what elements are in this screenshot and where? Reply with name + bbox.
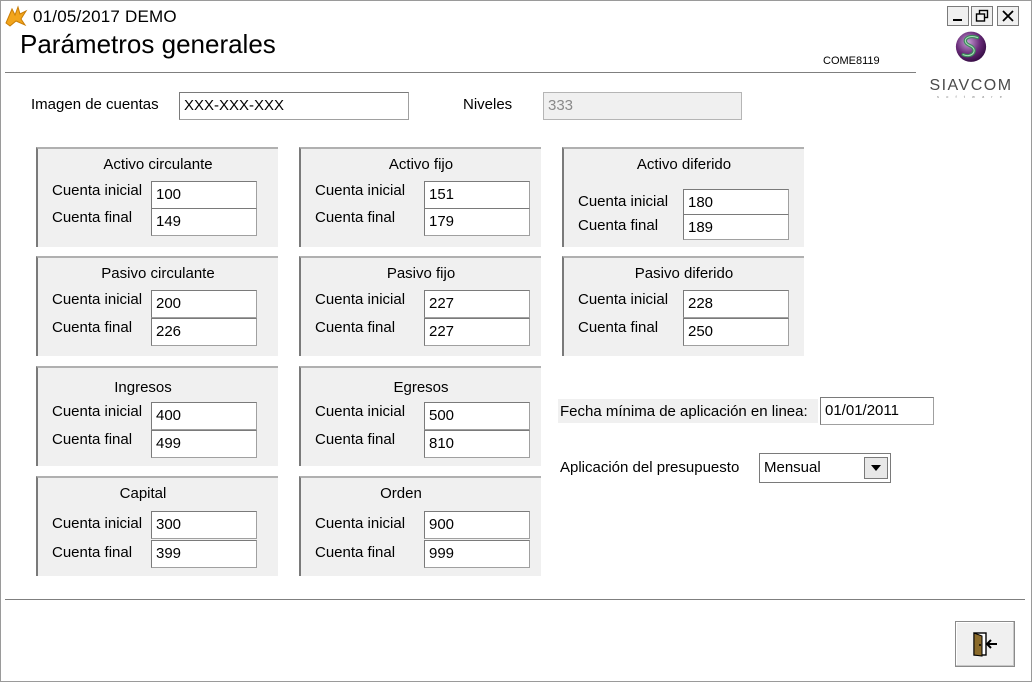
group-title: Orden: [380, 485, 422, 502]
app-icon: [5, 5, 28, 27]
cuenta-final-label: Cuenta final: [315, 431, 396, 448]
cuenta-final-input[interactable]: 499: [151, 430, 257, 458]
title-bar: 01/05/2017 DEMO: [1, 1, 1031, 29]
group-title: Pasivo circulante: [101, 265, 215, 282]
cuenta-inicial-label: Cuenta inicial: [315, 182, 406, 199]
cuenta-inicial-label: Cuenta inicial: [52, 291, 143, 308]
cuenta-final-input[interactable]: 999: [424, 540, 530, 568]
cuenta-final-input[interactable]: 250: [683, 318, 789, 346]
cuenta-final-label: Cuenta final: [578, 319, 659, 336]
presupuesto-select-value: Mensual: [764, 459, 821, 476]
exit-button[interactable]: [955, 621, 1015, 667]
cuenta-inicial-input[interactable]: 500: [424, 402, 530, 430]
application-window: 01/05/2017 DEMO Parámetros generales COM…: [0, 0, 1032, 682]
cuenta-inicial-input[interactable]: 100: [151, 181, 257, 209]
niveles-input: 333: [543, 92, 742, 120]
cuenta-inicial-label: Cuenta inicial: [315, 515, 406, 532]
group-ingresos: Ingresos Cuenta inicial 400 Cuenta final…: [36, 366, 278, 466]
cuenta-inicial-label: Cuenta inicial: [52, 515, 143, 532]
cuenta-final-label: Cuenta final: [52, 319, 133, 336]
cuenta-inicial-input[interactable]: 300: [151, 511, 257, 539]
niveles-label: Niveles: [463, 96, 513, 113]
presupuesto-label: Aplicación del presupuesto: [560, 459, 740, 476]
cuenta-inicial-label: Cuenta inicial: [52, 182, 143, 199]
page-title: Parámetros generales: [20, 29, 276, 59]
cuenta-final-label: Cuenta final: [52, 544, 133, 561]
exit-door-icon: [973, 632, 997, 657]
group-activo-circulante: Activo circulante Cuenta inicial 100 Cue…: [36, 147, 278, 247]
form-code: COME8119: [823, 55, 880, 67]
cuenta-inicial-input[interactable]: 900: [424, 511, 530, 539]
cuenta-inicial-input[interactable]: 227: [424, 290, 530, 318]
group-title: Egresos: [393, 379, 449, 396]
cuenta-inicial-label: Cuenta inicial: [315, 291, 406, 308]
imagen-cuentas-input[interactable]: XXX-XXX-XXX: [179, 92, 409, 120]
cuenta-inicial-input[interactable]: 180: [683, 189, 789, 215]
group-pasivo-circulante: Pasivo circulante Cuenta inicial 200 Cue…: [36, 256, 278, 356]
minimize-icon: [953, 19, 962, 21]
minimize-button[interactable]: [947, 6, 969, 26]
cuenta-final-input[interactable]: 399: [151, 540, 257, 568]
presupuesto-select[interactable]: Mensual: [759, 453, 891, 483]
group-pasivo-fijo: Pasivo fijo Cuenta inicial 227 Cuenta fi…: [299, 256, 541, 356]
group-egresos: Egresos Cuenta inicial 500 Cuenta final …: [299, 366, 541, 466]
fecha-minima-input[interactable]: 01/01/2011: [820, 397, 934, 425]
group-title: Capital: [119, 485, 167, 502]
cuenta-inicial-input[interactable]: 200: [151, 290, 257, 318]
cuenta-inicial-label: Cuenta inicial: [578, 291, 669, 308]
cuenta-final-input[interactable]: 227: [424, 318, 530, 346]
cuenta-final-input[interactable]: 149: [151, 208, 257, 236]
cuenta-inicial-label: Cuenta inicial: [315, 403, 406, 420]
restore-button[interactable]: [971, 6, 993, 26]
fecha-minima-label: Fecha mínima de aplicación en linea:: [560, 403, 808, 420]
cuenta-inicial-input[interactable]: 228: [683, 290, 789, 318]
window-title: 01/05/2017 DEMO: [33, 7, 177, 26]
group-title: Ingresos: [114, 379, 172, 396]
cuenta-final-label: Cuenta final: [578, 217, 659, 234]
group-title: Pasivo fijo: [386, 265, 456, 282]
logo-subtext: s o f t w a r e: [937, 94, 1005, 99]
siavcom-logo: [955, 31, 987, 62]
cuenta-inicial-label: Cuenta inicial: [578, 193, 669, 210]
cuenta-inicial-input[interactable]: 400: [151, 402, 257, 430]
group-title: Activo fijo: [388, 156, 454, 173]
header-divider: [5, 72, 916, 73]
group-pasivo-diferido: Pasivo diferido Cuenta inicial 228 Cuent…: [562, 256, 804, 356]
cuenta-final-input[interactable]: 226: [151, 318, 257, 346]
cuenta-inicial-label: Cuenta inicial: [52, 403, 143, 420]
close-button[interactable]: [997, 6, 1019, 26]
group-title: Activo circulante: [103, 156, 213, 173]
cuenta-final-input[interactable]: 179: [424, 208, 530, 236]
cuenta-inicial-input[interactable]: 151: [424, 181, 530, 209]
footer-divider: [5, 599, 1025, 600]
chevron-down-icon: [871, 465, 881, 471]
restore-icon: [975, 9, 989, 22]
group-title: Pasivo diferido: [634, 265, 734, 282]
cuenta-final-label: Cuenta final: [52, 209, 133, 226]
cuenta-final-label: Cuenta final: [52, 431, 133, 448]
group-activo-diferido: Activo diferido Cuenta inicial 180 Cuent…: [562, 147, 804, 247]
imagen-cuentas-label: Imagen de cuentas: [31, 96, 159, 113]
group-capital: Capital Cuenta inicial 300 Cuenta final …: [36, 476, 278, 576]
group-activo-fijo: Activo fijo Cuenta inicial 151 Cuenta fi…: [299, 147, 541, 247]
cuenta-final-input[interactable]: 810: [424, 430, 530, 458]
dropdown-button[interactable]: [864, 457, 888, 479]
cuenta-final-label: Cuenta final: [315, 319, 396, 336]
group-title: Activo diferido: [636, 156, 732, 173]
logo-text: SIAVCOM: [929, 77, 1013, 94]
cuenta-final-label: Cuenta final: [315, 209, 396, 226]
cuenta-final-label: Cuenta final: [315, 544, 396, 561]
group-orden: Orden Cuenta inicial 900 Cuenta final 99…: [299, 476, 541, 576]
close-icon: [1002, 10, 1014, 22]
cuenta-final-input[interactable]: 189: [683, 214, 789, 240]
